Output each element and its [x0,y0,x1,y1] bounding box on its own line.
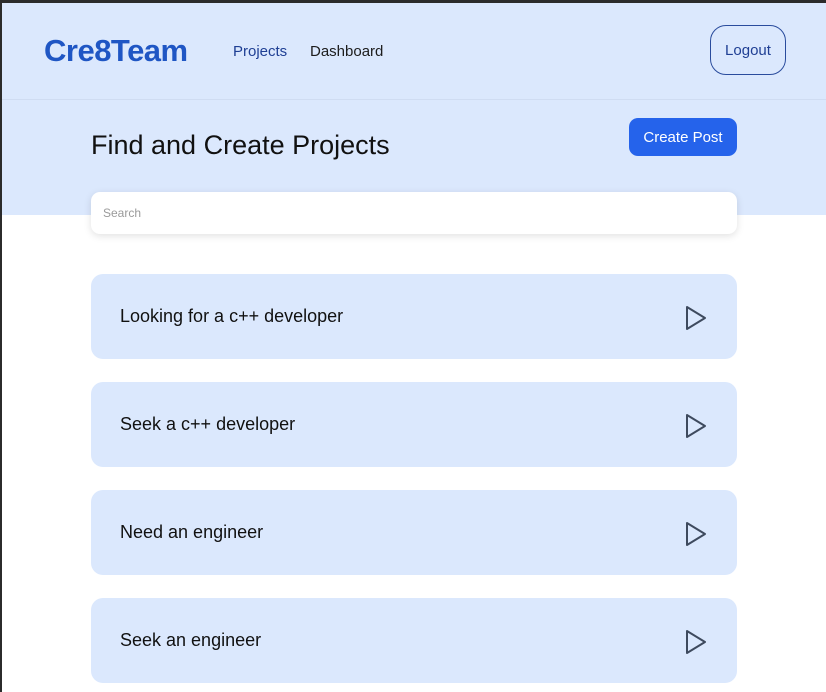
project-card-1[interactable]: Looking for a c++ developer [91,274,737,359]
project-title: Need an engineer [120,522,264,542]
brand-logo[interactable]: Cre8Team [44,33,188,69]
logout-button[interactable]: Logout [710,25,786,75]
play-icon[interactable] [684,305,708,331]
project-title: Looking for a c++ developer [120,306,344,326]
project-card-2[interactable]: Seek a c++ developer [91,382,737,467]
page-title: Find and Create Projects [91,130,390,160]
project-card-3[interactable]: Need an engineer [91,490,737,575]
nav-dashboard-link[interactable]: Dashboard [310,43,383,60]
create-post-button[interactable]: Create Post [629,118,737,156]
play-icon[interactable] [684,413,708,439]
hero-section: Cre8Team Projects Dashboard Logout Find … [2,3,826,215]
project-title: Seek a c++ developer [120,414,296,434]
play-icon[interactable] [684,629,708,655]
top-navbar: Cre8Team Projects Dashboard Logout [2,3,826,100]
project-title: Seek an engineer [120,630,262,650]
app-window: Cre8Team Projects Dashboard Logout Find … [2,3,826,692]
search-input[interactable] [91,192,737,234]
play-icon[interactable] [684,521,708,547]
nav-projects-link[interactable]: Projects [233,43,287,60]
project-card-4[interactable]: Seek an engineer [91,598,737,683]
